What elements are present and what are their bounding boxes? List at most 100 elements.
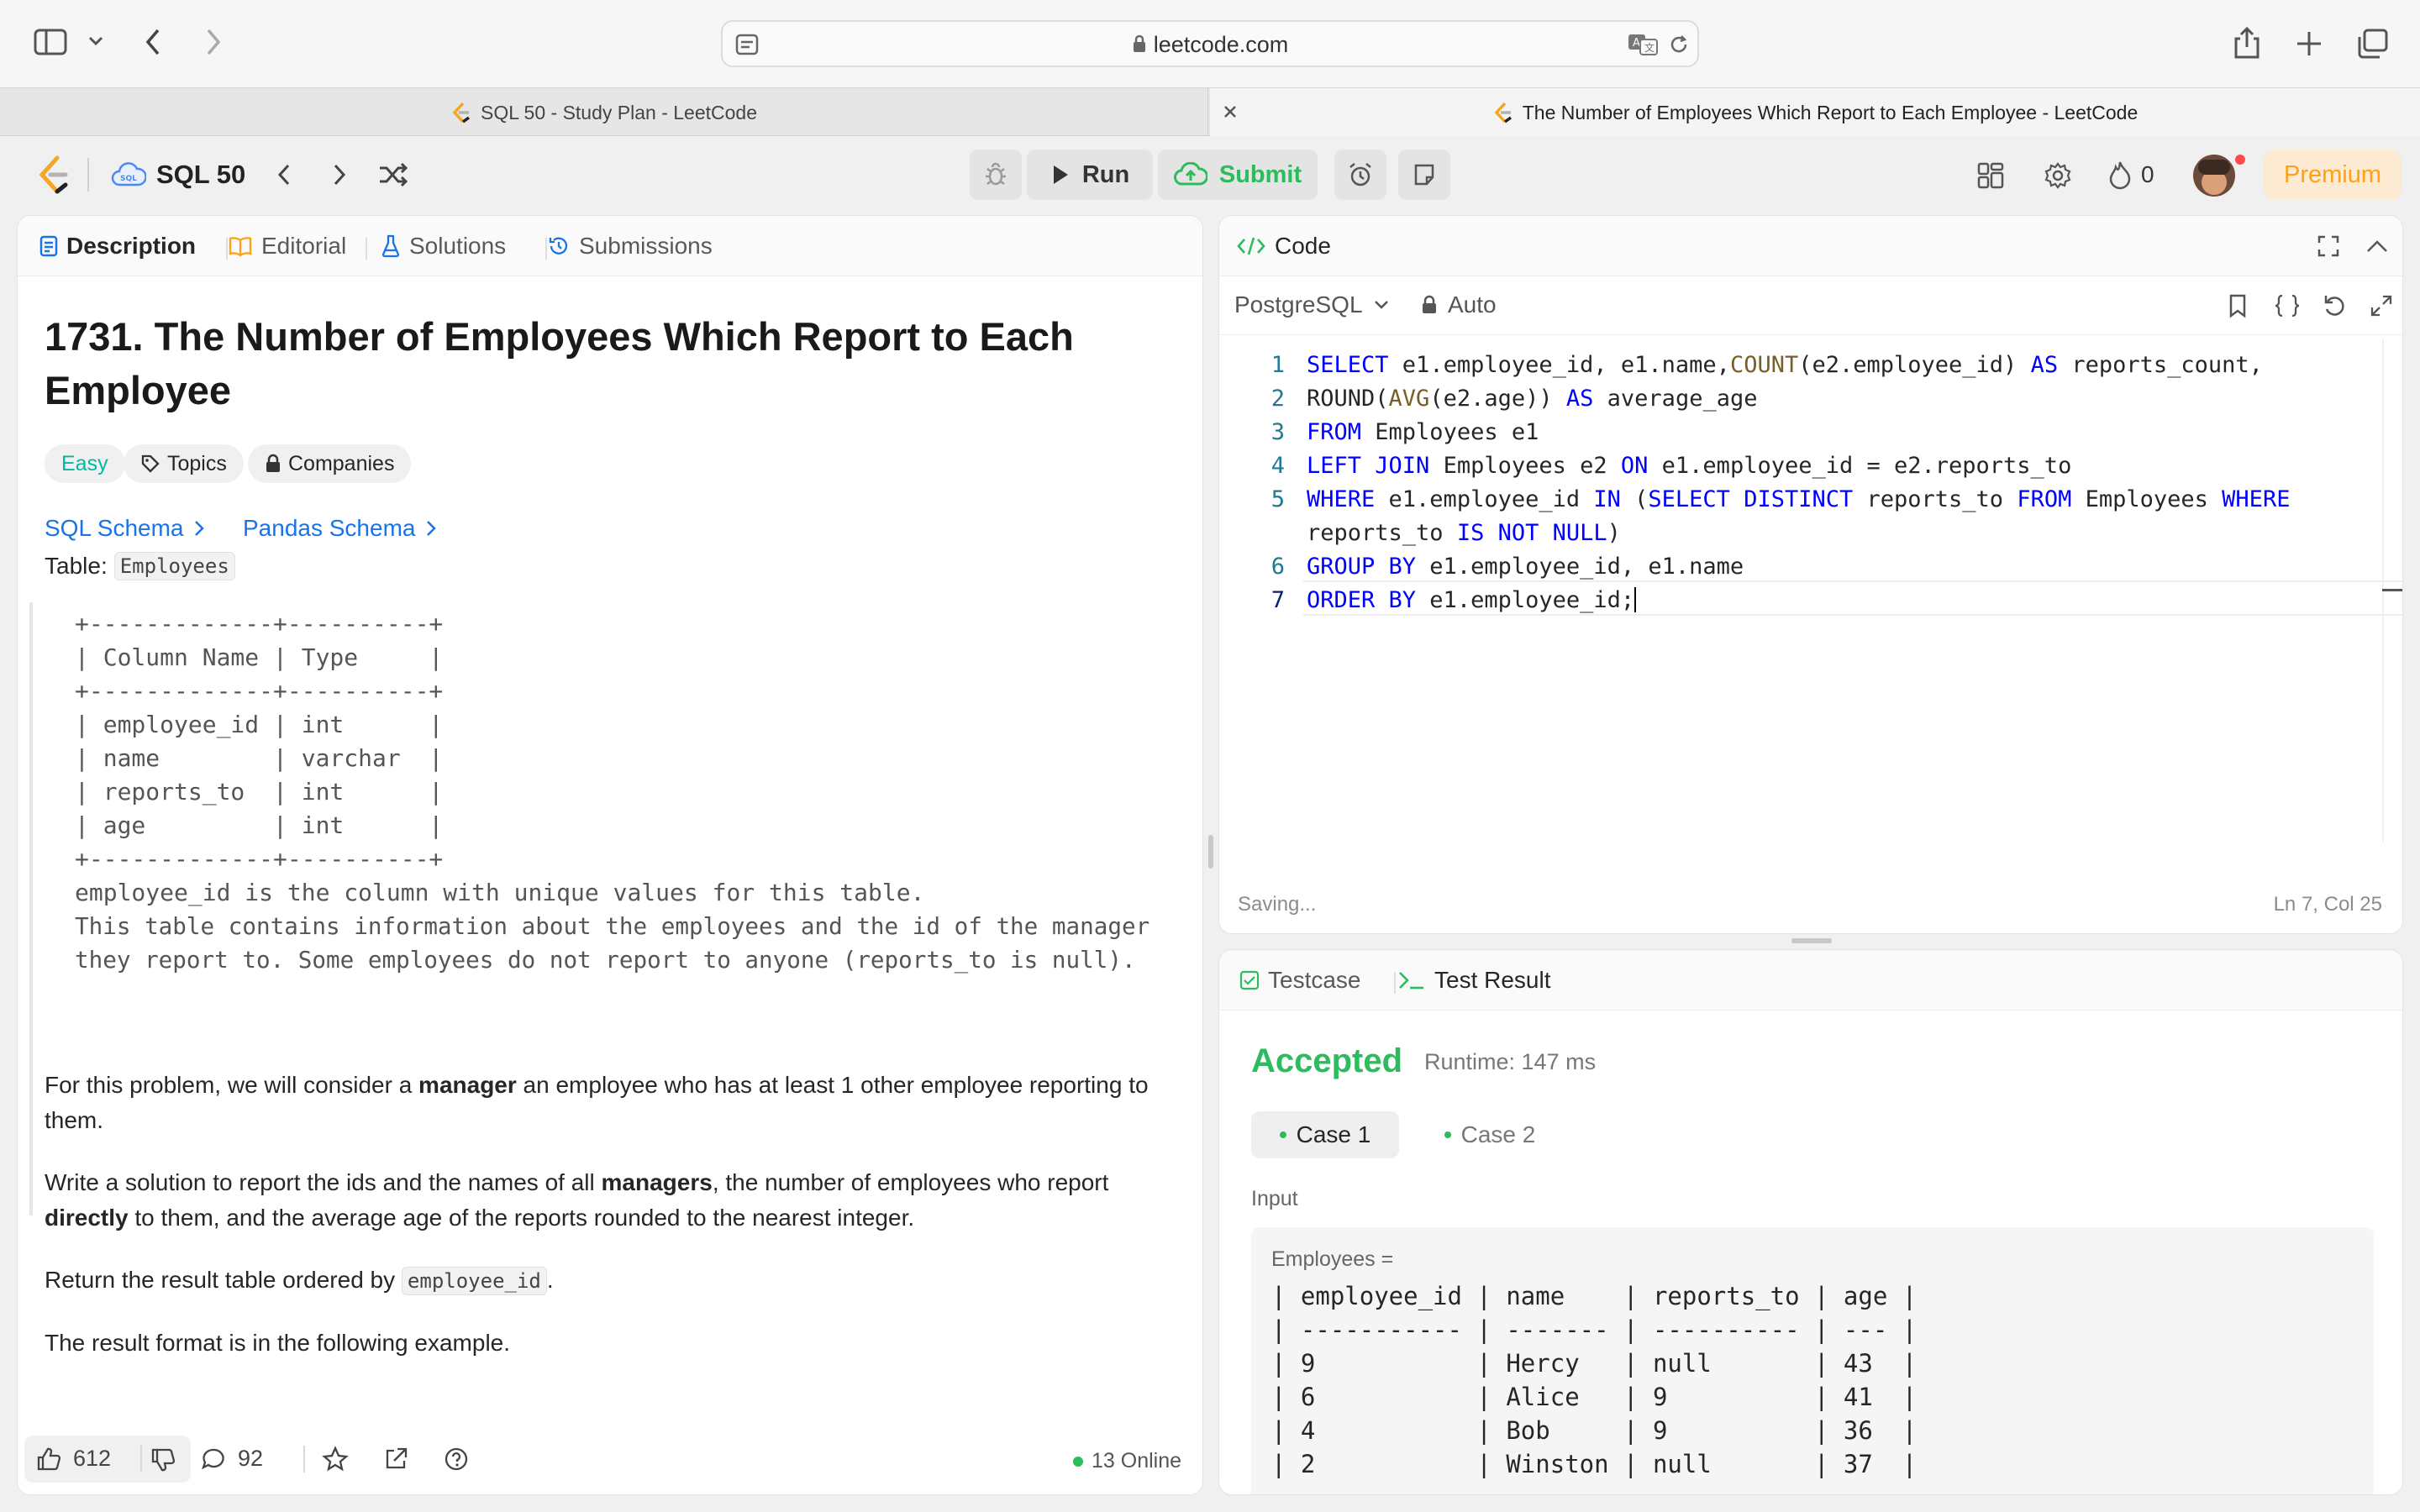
bookmark-icon[interactable] <box>2228 293 2248 318</box>
problem-description: For this problem, we will consider a man… <box>45 1068 1187 1361</box>
tab-overview-icon[interactable] <box>2356 27 2390 60</box>
chevron-down-icon <box>1373 299 1390 311</box>
url-label: leetcode.com <box>1153 32 1289 57</box>
code-editor[interactable]: 1 2 3 4 5 6 7 SELECT e1.employee_id, e1.… <box>1219 339 2402 843</box>
back-icon[interactable] <box>143 27 163 57</box>
paragraph: The result format is in the following ex… <box>45 1330 511 1356</box>
leetcode-header: SQL SQL 50 Run Submit 0 Premium <box>0 136 2420 213</box>
timer-button[interactable] <box>1334 150 1386 200</box>
chevron-down-icon[interactable] <box>87 35 104 47</box>
svg-text:SQL: SQL <box>120 175 137 183</box>
line-number: 6 <box>1270 554 1285 580</box>
browser-tab-problem[interactable]: The Number of Employees Which Report to … <box>1210 88 2420 137</box>
online-count: 13 Online <box>1092 1449 1182 1473</box>
checkbox-icon <box>1239 970 1260 990</box>
tab-label: Submissions <box>579 233 713 259</box>
tab-label: Test Result <box>1434 967 1551 993</box>
pass-dot <box>1279 1131 1286 1138</box>
scrollbar-marker <box>2382 589 2402 591</box>
sql-cloud-icon: SQL <box>111 161 146 188</box>
next-problem-icon[interactable] <box>329 161 350 188</box>
leetcode-logo-icon[interactable] <box>35 155 72 195</box>
reload-icon[interactable] <box>1667 33 1691 56</box>
input-table-row: | 6 | Alice | 9 | 41 | <box>1271 1383 1918 1411</box>
panel-resize-handle[interactable] <box>1208 835 1213 869</box>
code-title: Code <box>1275 233 1331 259</box>
new-tab-icon[interactable] <box>2294 29 2324 59</box>
sidebar-toggle-icon[interactable] <box>34 29 67 55</box>
close-tab-icon[interactable] <box>1222 103 1239 120</box>
tab-editorial[interactable]: Editorial <box>228 233 346 260</box>
notes-button[interactable] <box>1398 150 1450 200</box>
shuffle-icon[interactable] <box>376 161 410 188</box>
like-button[interactable]: 612 <box>36 1446 111 1472</box>
format-braces-icon[interactable] <box>2273 293 2302 318</box>
code-tab[interactable]: Code <box>1236 233 1331 260</box>
reset-icon[interactable] <box>2322 293 2347 318</box>
premium-button[interactable]: Premium <box>2264 150 2402 200</box>
flask-icon <box>381 234 401 258</box>
table-label: Table: <box>45 553 108 579</box>
avatar[interactable] <box>2193 155 2235 197</box>
favorite-button[interactable] <box>322 1446 349 1473</box>
input-table-row: | employee_id | name | reports_to | age … <box>1271 1282 1918 1310</box>
online-dot <box>1073 1456 1083 1467</box>
result-status: Accepted <box>1251 1042 1403 1079</box>
leetcode-favicon-icon <box>1492 101 1514 124</box>
browser-tab-title: The Number of Employees Which Report to … <box>1522 101 2139 123</box>
pandas-schema-link[interactable]: Pandas Schema <box>243 515 437 542</box>
schema-line: they report to. Some employees do not re… <box>75 946 1136 974</box>
study-plan-title[interactable]: SQL 50 <box>156 160 245 190</box>
tab-description[interactable]: Description <box>39 233 196 260</box>
difficulty-badge: Easy <box>45 444 125 483</box>
table-name-code: Employees <box>113 552 235 580</box>
submit-button[interactable]: Submit <box>1158 150 1318 200</box>
browser-tab-study-plan[interactable]: SQL 50 - Study Plan - LeetCode <box>0 88 1208 137</box>
case-1-button[interactable]: Case 1 <box>1251 1111 1399 1158</box>
paragraph: Return the result table ordered by emplo… <box>45 1263 1187 1299</box>
tab-label: Testcase <box>1268 967 1361 993</box>
history-icon <box>547 234 571 258</box>
schema-line: +-------------+----------+ <box>75 845 444 873</box>
case-2-button[interactable]: Case 2 <box>1416 1111 1564 1158</box>
tab-submissions[interactable]: Submissions <box>547 233 713 260</box>
code-line: WHERE e1.employee_id IN (SELECT DISTINCT… <box>1307 486 2291 512</box>
debug-button[interactable] <box>970 150 1022 200</box>
share-icon[interactable] <box>2232 25 2262 60</box>
translate-icon[interactable]: A文 <box>1627 32 1660 57</box>
code-brackets-icon <box>1236 234 1266 258</box>
language-select[interactable]: PostgreSQL <box>1234 291 1390 318</box>
dislike-button[interactable] <box>150 1447 176 1473</box>
layout-icon[interactable] <box>1976 161 2005 190</box>
tab-label: Editorial <box>261 233 347 259</box>
streak-counter[interactable]: 0 <box>2107 160 2154 190</box>
code-line: reports_to IS NOT NULL) <box>1307 520 1621 546</box>
panel-resize-handle[interactable] <box>1791 938 1832 943</box>
tab-test-result[interactable]: Test Result <box>1397 967 1551 994</box>
forward-icon[interactable] <box>203 27 224 57</box>
expand-icon[interactable] <box>2369 293 2394 318</box>
address-bar[interactable]: leetcode.com A文 <box>721 20 1699 67</box>
companies-button[interactable]: Companies <box>248 444 412 483</box>
maximize-icon[interactable] <box>2317 234 2340 258</box>
submit-label: Submit <box>1218 160 1302 188</box>
run-button[interactable]: Run <box>1027 150 1153 200</box>
divider <box>366 238 367 260</box>
share-button[interactable] <box>382 1446 409 1473</box>
table-line: Table: Employees <box>45 552 235 580</box>
prev-problem-icon[interactable] <box>274 161 294 188</box>
tab-solutions[interactable]: Solutions <box>381 233 506 260</box>
topics-button[interactable]: Topics <box>124 444 244 483</box>
like-count: 612 <box>73 1446 112 1471</box>
tab-testcase[interactable]: Testcase <box>1239 967 1361 994</box>
comments-button[interactable]: 92 <box>201 1446 263 1472</box>
help-button[interactable] <box>443 1446 470 1473</box>
streak-count: 0 <box>2141 161 2154 187</box>
auto-mode[interactable]: Auto <box>1421 291 1497 318</box>
problem-title-line: Employee <box>45 368 232 412</box>
case-label: Case 2 <box>1460 1121 1536 1147</box>
settings-gear-icon[interactable] <box>2044 161 2072 190</box>
schema-line: +-------------+----------+ <box>75 677 444 705</box>
collapse-icon[interactable] <box>2365 238 2389 255</box>
sql-schema-link[interactable]: SQL Schema <box>45 515 205 542</box>
